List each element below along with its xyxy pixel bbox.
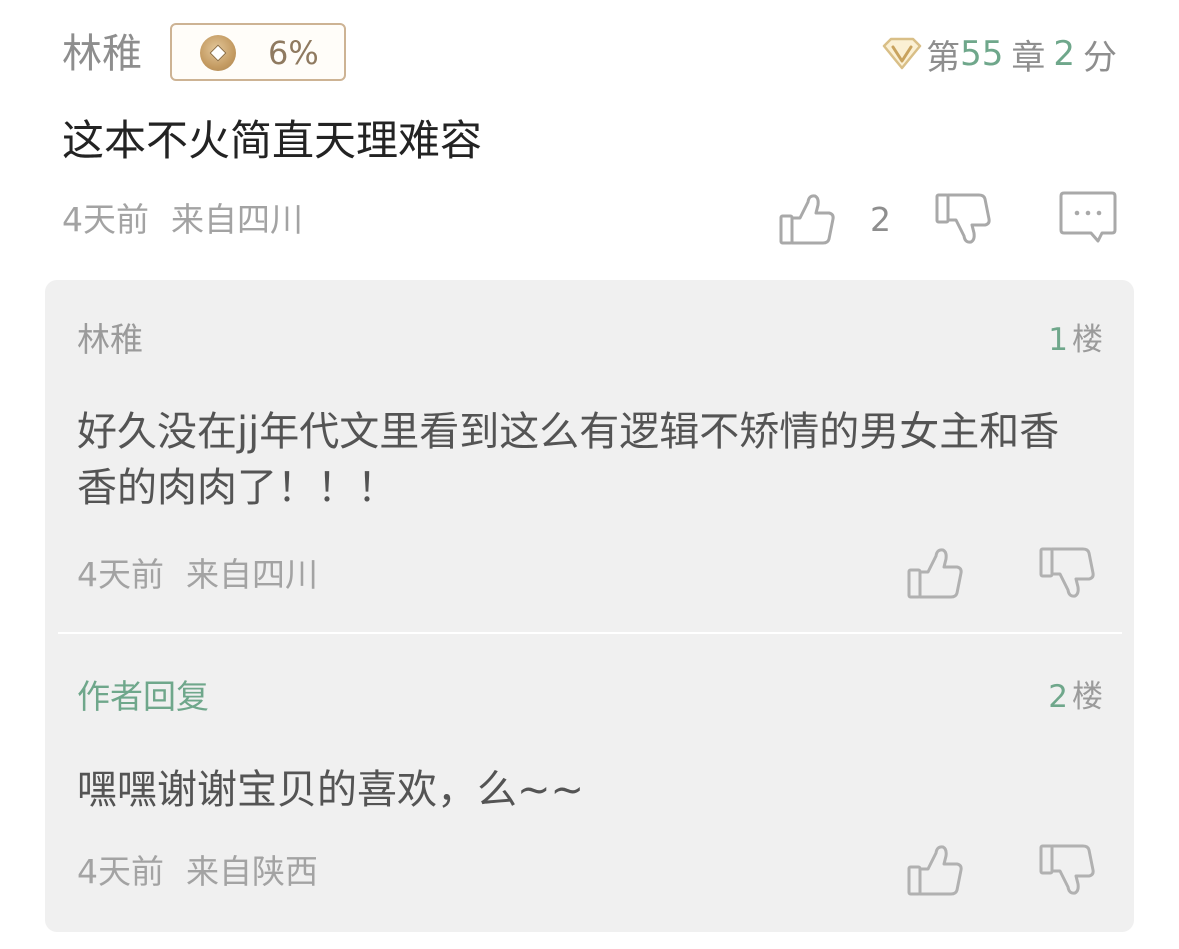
like-count: 2 [870, 200, 891, 239]
thumbs-up-icon[interactable] [906, 842, 964, 898]
reply-location: 来自陕西 [186, 852, 318, 891]
comment-time: 4天前 [62, 200, 149, 239]
coin-icon [200, 35, 236, 71]
thumbs-down-icon[interactable] [1038, 842, 1096, 898]
fan-level-badge: 6% [170, 23, 346, 81]
comment-text: 这本不火简直天理难容 [62, 116, 483, 165]
reply-location: 来自四川 [186, 555, 318, 594]
score-number: 2 [1053, 34, 1075, 74]
comment-location: 来自四川 [171, 200, 303, 239]
reply-text: 嘿嘿谢谢宝贝的喜欢，么~~ [77, 767, 585, 813]
badge-percent: 6% [268, 34, 319, 72]
thumbs-up-icon[interactable] [906, 545, 964, 601]
chapter-prefix: 第 [926, 37, 961, 78]
reply-text: 好久没在jj年代文里看到这么有逻辑不矫情的男女主和香香的肉肉了！！！ [77, 409, 1060, 511]
replies-panel [45, 280, 1134, 932]
floor-label: 1楼 [1048, 318, 1103, 362]
comment-username[interactable]: 林稚 [62, 28, 142, 80]
comment-meta: 4天前 来自四川 [62, 198, 303, 242]
thumbs-down-icon[interactable] [1038, 545, 1096, 601]
chapter-word: 章 [1011, 37, 1046, 78]
reply-time: 4天前 [77, 852, 164, 891]
reply-meta: 4天前 来自陕西 [77, 850, 318, 894]
author-reply-label: 作者回复 [77, 677, 209, 716]
floor-number: 2 [1048, 679, 1068, 715]
thumbs-up-icon[interactable] [778, 191, 836, 247]
chapter-number: 55 [960, 34, 1004, 74]
chapter-score-info: 第 55 章 2 分 [880, 30, 1117, 78]
reply-divider [58, 632, 1122, 634]
floor-number: 1 [1048, 322, 1068, 358]
reply-meta: 4天前 来自四川 [77, 553, 318, 597]
floor-label: 2楼 [1048, 675, 1103, 719]
score-word: 分 [1083, 37, 1117, 78]
floor-word: 楼 [1072, 322, 1103, 358]
comment-bubble-icon[interactable] [1058, 189, 1118, 245]
floor-word: 楼 [1072, 679, 1103, 715]
vip-diamond-icon [880, 37, 924, 71]
reply-time: 4天前 [77, 555, 164, 594]
thumbs-down-icon[interactable] [934, 191, 992, 247]
reply-username[interactable]: 林稚 [77, 318, 143, 362]
